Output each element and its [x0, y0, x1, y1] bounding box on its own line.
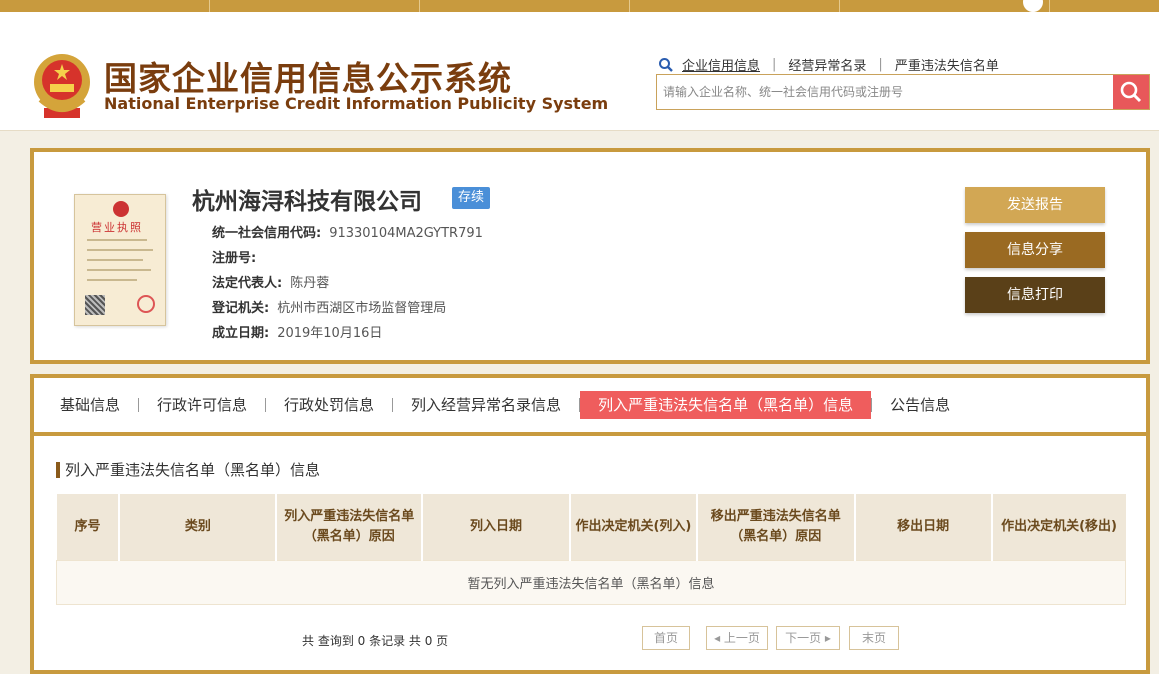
- table-header-row: 序号 类别 列入严重违法失信名单（黑名单）原因 列入日期 作出决定机关(列入) …: [56, 494, 1126, 560]
- link-divider: |: [878, 57, 883, 72]
- tab-admin-penalty[interactable]: 行政处罚信息: [266, 391, 392, 419]
- license-text-line: [87, 239, 147, 241]
- search-icon: [1120, 81, 1142, 103]
- info-established-date: 成立日期: 2019年10月16日: [212, 322, 382, 341]
- info-value: 陈丹蓉: [290, 276, 330, 291]
- info-label: 成立日期:: [212, 326, 270, 341]
- business-license-image[interactable]: 营业执照: [74, 194, 166, 326]
- info-value: 杭州市西湖区市场监督管理局: [277, 301, 447, 316]
- qr-code-icon: [85, 295, 105, 315]
- info-label: 登记机关:: [212, 301, 270, 316]
- column-header: 类别: [119, 494, 278, 560]
- section-title: 列入严重违法失信名单（黑名单）信息: [56, 462, 320, 478]
- print-info-button[interactable]: 信息打印: [965, 277, 1105, 313]
- site-title: 国家企业信用信息公示系统: [104, 59, 512, 98]
- search-type-links: 企业信用信息 | 经营异常名录 | 严重违法失信名单: [658, 55, 999, 74]
- license-text-line: [87, 259, 143, 261]
- search-icon: [659, 57, 673, 72]
- link-abnormal-list[interactable]: 经营异常名录: [788, 55, 866, 74]
- status-badge: 存续: [452, 187, 491, 209]
- tab-abnormal-list[interactable]: 列入经营异常名录信息: [393, 391, 579, 419]
- column-header: 序号: [56, 494, 121, 560]
- license-title: 营业执照: [91, 221, 143, 234]
- tab-admin-license[interactable]: 行政许可信息: [139, 391, 265, 419]
- tab-announcements[interactable]: 公告信息: [872, 391, 968, 419]
- column-header: 列入严重违法失信名单（黑名单）原因: [276, 494, 424, 560]
- tab-blacklist[interactable]: 列入严重违法失信名单（黑名单）信息: [580, 391, 872, 419]
- info-label: 统一社会信用代码:: [212, 226, 322, 241]
- next-page-button[interactable]: 下一页 ▸: [776, 626, 840, 650]
- info-label: 注册号:: [212, 251, 257, 266]
- column-header: 移出严重违法失信名单（黑名单）原因: [696, 494, 856, 560]
- column-header: 作出决定机关(列入): [569, 494, 698, 560]
- empty-table-message: 暂无列入严重违法失信名单（黑名单）信息: [56, 559, 1126, 605]
- top-strip-segment: [0, 0, 210, 12]
- column-header: 列入日期: [422, 494, 571, 560]
- info-value: 2019年10月16日: [277, 326, 383, 341]
- tab-basic-info[interactable]: 基础信息: [42, 391, 138, 419]
- search-button[interactable]: [1113, 75, 1149, 109]
- column-header: 作出决定机关(移出): [991, 494, 1126, 560]
- license-text-line: [87, 279, 137, 281]
- info-credit-code: 统一社会信用代码: 91330104MA2GYTR791: [212, 222, 483, 241]
- license-text-line: [87, 249, 153, 251]
- prev-page-button[interactable]: ◂ 上一页: [706, 626, 768, 650]
- info-label: 法定代表人:: [212, 276, 283, 291]
- link-divider: |: [772, 57, 777, 72]
- top-strip-segment: [840, 0, 1050, 12]
- info-reg-number: 注册号:: [212, 247, 264, 266]
- top-strip-segment: [630, 0, 840, 12]
- seal-icon: [137, 295, 155, 313]
- info-registration-authority: 登记机关: 杭州市西湖区市场监督管理局: [212, 297, 446, 316]
- info-tabs: 基础信息 行政许可信息 行政处罚信息 列入经营异常名录信息 列入严重违法失信名单…: [34, 378, 1146, 436]
- national-emblem-icon: [34, 54, 90, 118]
- search-input[interactable]: [657, 75, 1113, 109]
- table-row: 暂无列入严重违法失信名单（黑名单）信息: [56, 559, 1126, 605]
- link-enterprise-credit[interactable]: 企业信用信息: [682, 55, 760, 74]
- top-strip-segment: [420, 0, 630, 12]
- top-strip-segment: [210, 0, 420, 12]
- last-page-button[interactable]: 末页: [849, 626, 899, 650]
- search-box: [656, 74, 1150, 110]
- license-text-line: [87, 269, 151, 271]
- top-strip: [0, 0, 1159, 12]
- license-emblem-icon: [113, 201, 129, 217]
- company-summary-panel: 营业执照 杭州海浔科技有限公司 存续 统一社会信用代码: 91330104MA2G…: [30, 148, 1150, 364]
- info-value: 91330104MA2GYTR791: [329, 226, 483, 241]
- blacklist-table: 序号 类别 列入严重违法失信名单（黑名单）原因 列入日期 作出决定机关(列入) …: [56, 494, 1126, 605]
- info-legal-rep: 法定代表人: 陈丹蓉: [212, 272, 329, 291]
- detail-panel: 基础信息 行政许可信息 行政处罚信息 列入经营异常名录信息 列入严重违法失信名单…: [30, 374, 1150, 674]
- send-report-button[interactable]: 发送报告: [965, 187, 1105, 223]
- column-header: 移出日期: [854, 494, 993, 560]
- link-blacklist[interactable]: 严重违法失信名单: [895, 55, 999, 74]
- pager-summary: 共 查询到 0 条记录 共 0 页: [302, 634, 449, 648]
- first-page-button[interactable]: 首页: [642, 626, 690, 650]
- company-name: 杭州海浔科技有限公司: [192, 189, 422, 215]
- site-header: 国家企业信用信息公示系统 National Enterprise Credit …: [0, 12, 1159, 131]
- site-subtitle: National Enterprise Credit Information P…: [104, 94, 609, 113]
- share-info-button[interactable]: 信息分享: [965, 232, 1105, 268]
